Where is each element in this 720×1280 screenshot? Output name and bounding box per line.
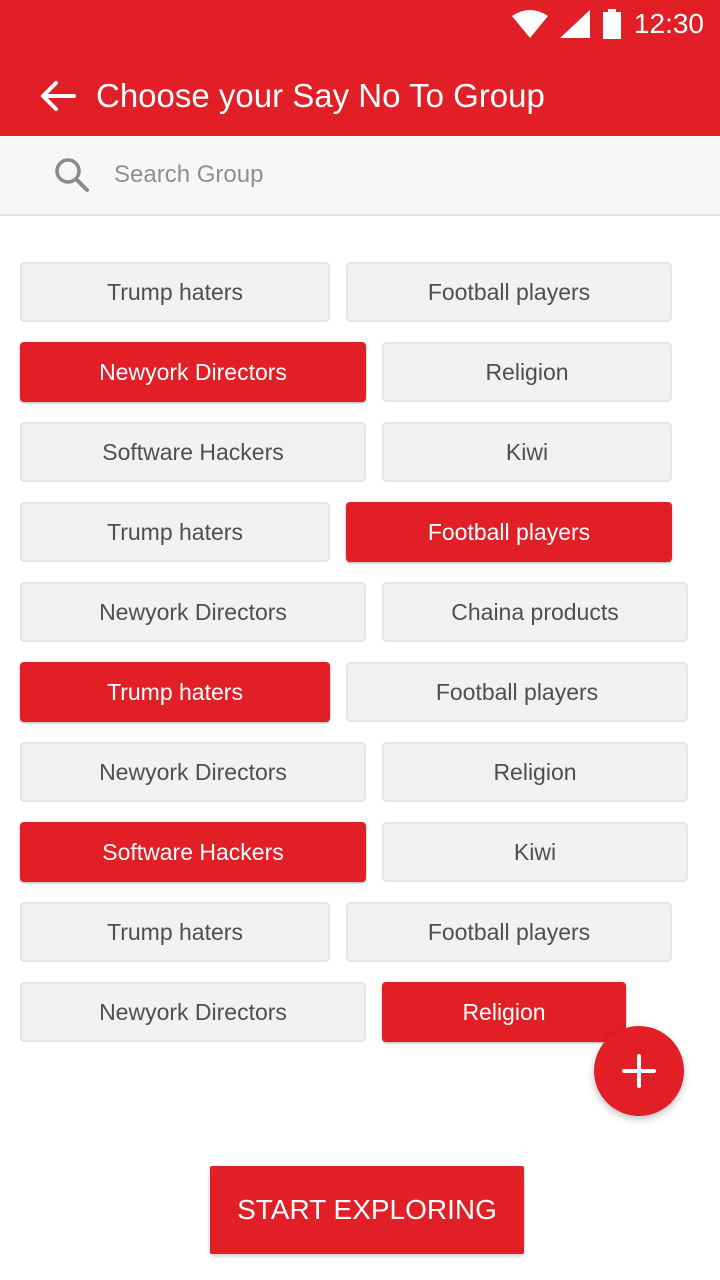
group-chip[interactable]: Newyork Directors <box>20 342 366 402</box>
signal-icon <box>559 10 590 38</box>
group-chip[interactable]: Chaina products <box>382 582 688 642</box>
group-chip[interactable]: Religion <box>382 742 688 802</box>
group-chip[interactable]: Trump haters <box>20 662 330 722</box>
group-chip[interactable]: Religion <box>382 342 672 402</box>
group-chip[interactable]: Football players <box>346 502 672 562</box>
group-chip[interactable]: Trump haters <box>20 902 330 962</box>
search-input[interactable] <box>112 160 636 190</box>
group-chip[interactable]: Software Hackers <box>20 422 366 482</box>
start-exploring-button[interactable]: START EXPLORING <box>210 1166 524 1254</box>
search-bar <box>0 136 720 216</box>
group-chip[interactable]: Newyork Directors <box>20 982 366 1042</box>
group-chip[interactable]: Football players <box>346 902 672 962</box>
battery-icon <box>602 9 622 39</box>
status-time: 12:30 <box>633 8 704 39</box>
back-button[interactable] <box>38 76 78 116</box>
arrow-left-icon <box>41 81 76 111</box>
group-chip[interactable]: Newyork Directors <box>20 582 366 642</box>
group-chip[interactable]: Software Hackers <box>20 822 366 882</box>
status-bar: 12:30 <box>511 8 704 40</box>
wifi-icon <box>511 10 548 38</box>
add-group-button[interactable] <box>594 1026 684 1116</box>
group-chip[interactable]: Football players <box>346 262 672 322</box>
group-chip[interactable]: Trump haters <box>20 262 330 322</box>
search-icon <box>54 157 90 193</box>
toolbar: Choose your Say No To Group <box>0 56 720 136</box>
group-chip[interactable]: Religion <box>382 982 626 1042</box>
plus-icon <box>622 1054 656 1088</box>
group-chip[interactable]: Football players <box>346 662 688 722</box>
group-chip[interactable]: Kiwi <box>382 822 688 882</box>
group-chip[interactable]: Trump haters <box>20 502 330 562</box>
page-title: Choose your Say No To Group <box>96 77 545 114</box>
group-chip[interactable]: Newyork Directors <box>20 742 366 802</box>
app-bar: 12:30 Choose your Say No To Group <box>0 0 720 136</box>
group-chip[interactable]: Kiwi <box>382 422 672 482</box>
